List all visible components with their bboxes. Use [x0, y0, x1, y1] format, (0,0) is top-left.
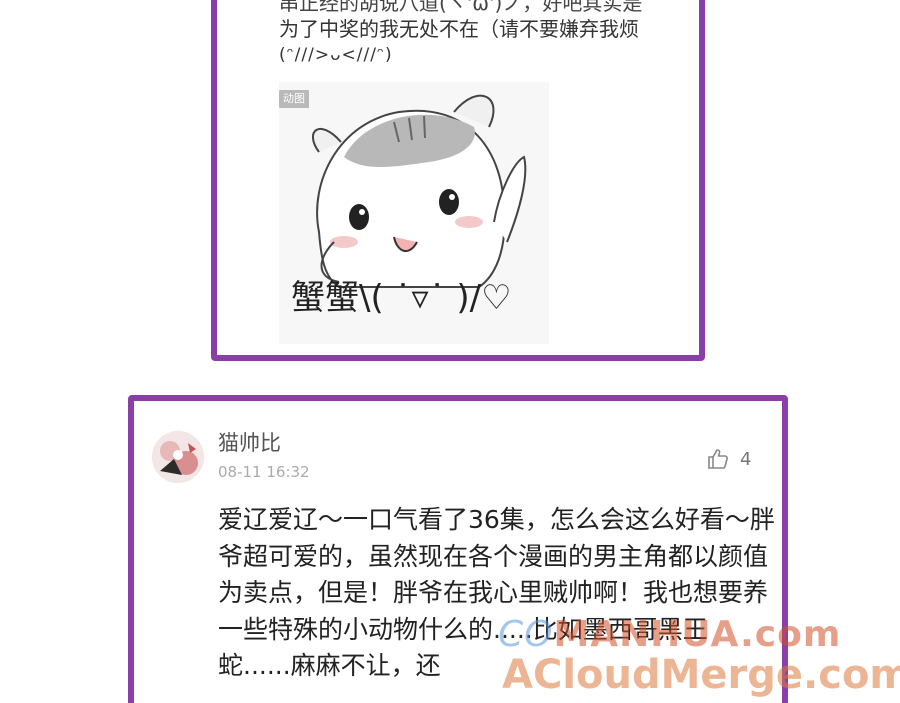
watermark-prefix: CO	[498, 614, 554, 655]
like-button[interactable]: 4	[706, 447, 751, 471]
page: 串正经的胡说八道(ヽ'ω')ノ，好吧其实是 为了中奖的我无处不在（请不要嫌弃我烦…	[0, 0, 900, 703]
avatar-image	[152, 431, 204, 483]
hamster-sticker-image[interactable]: 蟹蟹\( ˙▿˙ )/♡	[279, 82, 549, 344]
watermark-manhua: COMANHUA.com	[498, 614, 841, 655]
timestamp: 08-11 16:32	[218, 463, 310, 481]
watermark-acloudmerge: ACloudMerge.com	[502, 652, 900, 698]
username[interactable]: 猫帅比	[218, 427, 281, 457]
comment-text-kaomoji: (ᵔ///>ᴗ<///ᵔ)	[279, 45, 393, 65]
gif-badge: 动图	[279, 90, 309, 108]
comment-text-partial-line: 串正经的胡说八道(ヽ'ω')ノ，好吧其实是	[279, 0, 643, 15]
avatar[interactable]	[152, 431, 204, 483]
thumbs-up-icon	[708, 449, 728, 469]
sticker-caption: 蟹蟹\( ˙▿˙ )/♡	[291, 278, 512, 318]
comment-card-previous: 串正经的胡说八道(ヽ'ω')ノ，好吧其实是 为了中奖的我无处不在（请不要嫌弃我烦…	[211, 0, 705, 361]
comment-text: 串正经的胡说八道(ヽ'ω')ノ，好吧其实是 为了中奖的我无处不在（请不要嫌弃我烦…	[279, 0, 679, 68]
watermark-text: MANHUA.com	[553, 614, 842, 655]
comment-text-line: 为了中奖的我无处不在（请不要嫌弃我烦	[279, 17, 639, 41]
like-count: 4	[740, 448, 752, 470]
